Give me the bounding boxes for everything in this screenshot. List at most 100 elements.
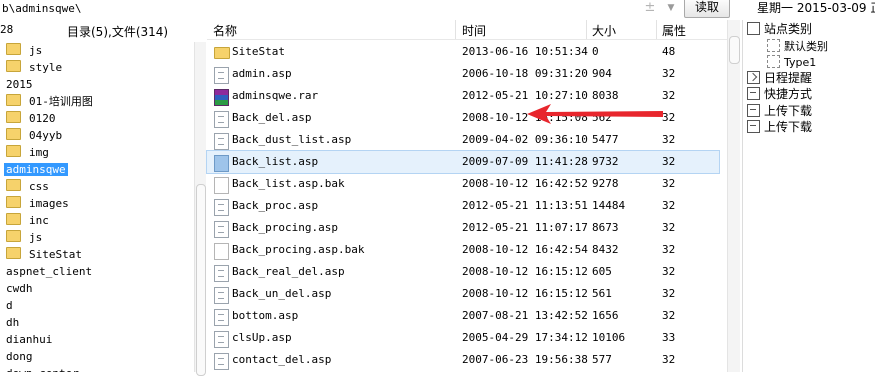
file-row[interactable]: Back_un_del.asp 2008-10-12 16:15:12 561 32 (207, 283, 719, 305)
tree-item-label: dianhui (6, 333, 53, 346)
file-time: 2007-06-23 19:56:38 (462, 353, 588, 366)
tree-item[interactable]: 2015 (4, 76, 35, 93)
file-size: 8673 (592, 221, 619, 234)
file-attr: 32 (662, 67, 676, 80)
file-row[interactable]: contact_del.asp 2007-06-23 19:56:38 577 32 (207, 349, 719, 371)
chevron-down-icon[interactable]: ▼ (665, 0, 677, 17)
file-size: 14484 (592, 199, 626, 212)
tree-item-label: 01-培训用图 (29, 95, 93, 108)
tree-item[interactable]: dianhui (4, 331, 54, 348)
file-attr: 32 (662, 155, 676, 168)
category-icon (767, 55, 780, 68)
tree-item[interactable]: style (6, 59, 64, 76)
tree-scroll-thumb[interactable] (196, 184, 206, 376)
tree-item[interactable]: aspnet_client (4, 263, 94, 280)
document-icon (214, 111, 229, 128)
panel-item[interactable]: 快捷方式 (747, 87, 812, 102)
file-name: Back_procing.asp.bak (232, 243, 365, 256)
file-time: 2008-10-12 16:15:12 (462, 287, 588, 300)
file-name: Back_un_del.asp (232, 287, 332, 300)
document-icon (214, 155, 229, 172)
file-row[interactable]: admin.asp 2006-10-18 09:31:20 904 32 (207, 63, 719, 85)
file-size: 1656 (592, 309, 619, 322)
file-icon (214, 243, 229, 260)
file-attr: 32 (662, 309, 676, 322)
column-divider[interactable] (455, 20, 456, 39)
tree-item[interactable]: js (6, 42, 44, 59)
tree-item[interactable]: 01-培训用图 (6, 93, 95, 110)
column-size-header[interactable]: 大小 (592, 22, 616, 39)
folder-icon (6, 145, 21, 157)
file-row[interactable]: Back_list.asp 2009-07-09 11:41:28 9732 32 (206, 150, 720, 174)
column-name-header[interactable]: 名称 (213, 22, 237, 39)
document-icon (214, 221, 229, 238)
file-row[interactable]: Back_procing.asp.bak 2008-10-12 16:42:54 8… (207, 239, 719, 261)
column-attr-header[interactable]: 属性 (662, 22, 686, 39)
tree-item[interactable]: d (4, 297, 15, 314)
file-row[interactable]: SiteStat 2013-06-16 10:51:34 0 48 (207, 41, 719, 63)
tree-scrollbar[interactable] (194, 42, 206, 376)
file-row[interactable]: clsUp.asp 2005-04-29 17:34:12 10106 33 (207, 327, 719, 349)
tree-item[interactable]: cwdh (4, 280, 35, 297)
column-divider[interactable] (586, 20, 587, 39)
panel-item[interactable]: 日程提醒 (747, 71, 812, 86)
tree-item[interactable]: 04yyb (6, 127, 64, 144)
file-time: 2006-10-18 09:31:20 (462, 67, 588, 80)
panel-item[interactable]: 上传下载 (747, 120, 812, 135)
tree-item-label: dh (6, 316, 20, 329)
tree-item[interactable]: adminsqwe (4, 161, 68, 178)
tree-item-label: js (29, 231, 43, 244)
column-divider[interactable] (656, 20, 657, 39)
document-icon (214, 265, 229, 282)
file-attr: 32 (662, 177, 676, 190)
folder-icon (214, 47, 230, 59)
annotation-arrow (527, 104, 663, 124)
file-time: 2009-07-09 11:41:28 (462, 155, 588, 168)
file-size: 0 (592, 45, 599, 58)
folder-icon (6, 94, 21, 106)
tree-item[interactable]: js (6, 229, 44, 246)
file-size: 904 (592, 67, 612, 80)
tree-item-label: style (29, 61, 63, 74)
panel-item[interactable]: 上传下载 (747, 104, 812, 119)
file-attr: 33 (662, 331, 676, 344)
tree-item-label: d (6, 299, 13, 312)
file-row[interactable]: Back_proc.asp 2012-05-21 11:13:51 14484 32 (207, 195, 719, 217)
file-row[interactable]: Back_dust_list.asp 2009-04-02 09:36:10 547… (207, 129, 719, 151)
panel-item[interactable]: 默认类别 (767, 39, 828, 54)
column-time-header[interactable]: 时间 (462, 22, 486, 39)
panel-item[interactable]: 站点类别 (747, 22, 812, 37)
folder-icon (6, 230, 21, 242)
tree-item-label: images (29, 197, 69, 210)
panel-item-label: 站点类别 (764, 22, 813, 36)
tree-item-label: dong (6, 350, 33, 363)
clear-icon[interactable]: ± (643, 0, 657, 17)
folder-icon (6, 196, 21, 208)
read-button[interactable]: 读取 (684, 0, 730, 18)
file-row[interactable]: Back_list.asp.bak 2008-10-12 16:42:52 9278… (207, 173, 719, 195)
file-row[interactable]: bottom.asp 2007-08-21 13:42:52 1656 32 (207, 305, 719, 327)
tree-item[interactable]: images (6, 195, 71, 212)
tree-item[interactable]: 0120 (6, 110, 58, 127)
path-input[interactable] (0, 0, 682, 17)
file-attr: 32 (662, 199, 676, 212)
tree-item[interactable]: dong (4, 348, 35, 365)
tree-item[interactable]: dh (4, 314, 21, 331)
file-name: admin.asp (232, 67, 292, 80)
panel-item[interactable]: Type1 (767, 55, 816, 70)
tree-item[interactable]: inc (6, 212, 51, 229)
tree-item[interactable]: SiteStat (6, 246, 84, 263)
folder-icon (6, 247, 21, 259)
file-row[interactable]: Back_procing.asp 2012-05-21 11:07:17 8673 3… (207, 217, 719, 239)
tree-item[interactable]: img (6, 144, 51, 161)
file-list-scrollbar[interactable] (727, 20, 740, 372)
file-row[interactable]: Back_real_del.asp 2008-10-12 16:15:12 605 3… (207, 261, 719, 283)
tree-item[interactable]: down_center (4, 365, 81, 372)
file-name: contact_del.asp (232, 353, 332, 366)
tree-item[interactable]: css (6, 178, 51, 195)
file-list-scroll-thumb[interactable] (729, 36, 740, 64)
file-name: Back_list.asp.bak (232, 177, 345, 190)
date-display: 星期一 2015-03-09 正 (757, 1, 875, 15)
folder-icon (6, 43, 21, 55)
panel-item-label: 快捷方式 (764, 87, 813, 101)
